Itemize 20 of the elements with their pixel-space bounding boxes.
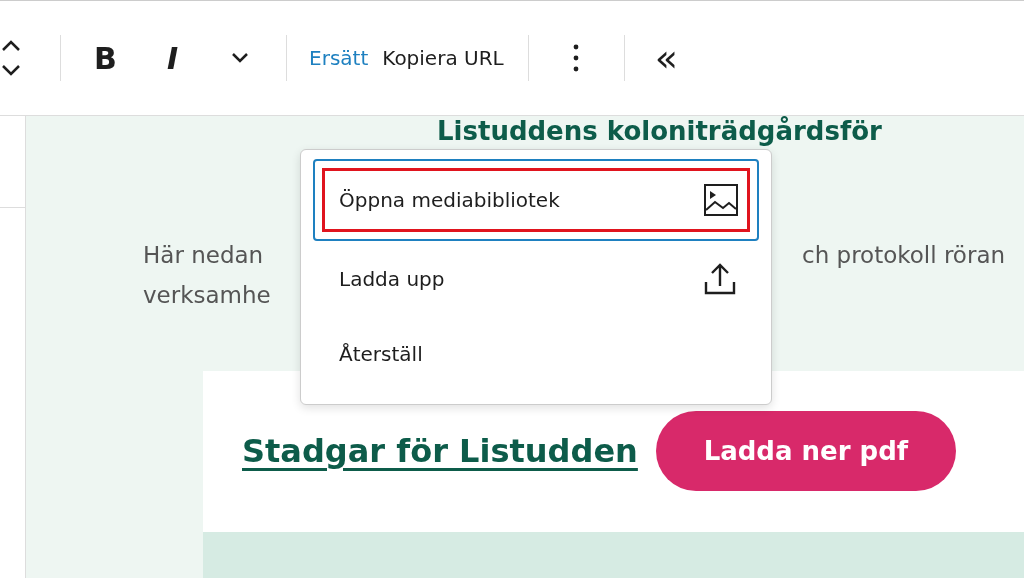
image-icon[interactable] xyxy=(703,183,739,217)
menu-item-label: Återställ xyxy=(339,341,423,366)
more-options-icon[interactable] xyxy=(572,44,579,72)
menu-item[interactable]: Ladda upp xyxy=(313,241,759,316)
paragraph-text: ch protokoll röran xyxy=(802,241,1006,270)
menu-item[interactable]: Återställ xyxy=(313,316,759,391)
paragraph-text: verksamhe xyxy=(143,281,271,310)
italic-button[interactable]: I xyxy=(166,40,179,76)
menu-item[interactable]: Öppna mediabibliotek xyxy=(313,159,759,241)
heading: Listuddens koloniträdgårdsför xyxy=(437,117,883,145)
collapse-button[interactable]: « xyxy=(654,39,678,77)
toolbar-button[interactable]: Kopiera URL xyxy=(382,46,504,70)
document-link[interactable]: Stadgar för Listudden xyxy=(242,432,638,470)
bold-button[interactable]: B xyxy=(94,40,117,76)
download-button[interactable]: Ladda ner pdf xyxy=(655,411,956,491)
menu-item-label: Ladda upp xyxy=(339,266,445,291)
menu-item-label: Öppna mediabibliotek xyxy=(339,188,560,212)
paragraph-text: Här nedan xyxy=(143,241,265,270)
toolbar-button[interactable]: Ersätt xyxy=(309,46,369,70)
chevron-down-icon[interactable] xyxy=(230,52,251,64)
